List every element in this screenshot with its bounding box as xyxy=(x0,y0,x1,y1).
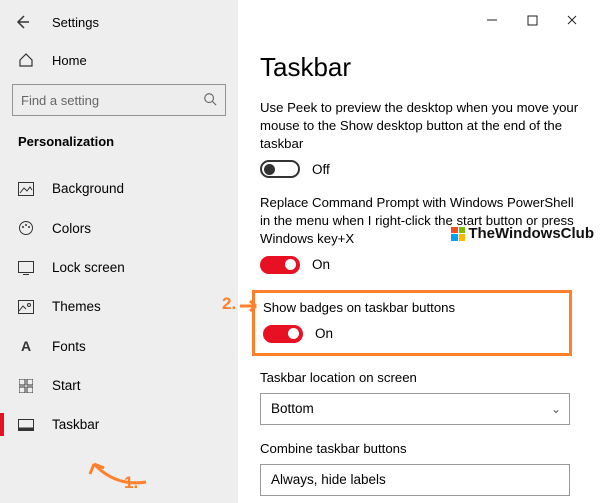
fonts-icon: A xyxy=(18,338,34,354)
search-box[interactable] xyxy=(12,84,226,116)
sidebar-item-label: Start xyxy=(52,378,81,393)
search-input[interactable] xyxy=(21,93,181,108)
minimize-button[interactable] xyxy=(472,6,512,34)
sidebar-item-colors[interactable]: Colors xyxy=(0,208,238,248)
annotation-1-arrow xyxy=(86,452,156,492)
content-pane: Taskbar Use Peek to preview the desktop … xyxy=(238,0,600,503)
sidebar-item-label: Taskbar xyxy=(52,417,99,432)
setting-location-label: Taskbar location on screen xyxy=(260,370,582,385)
setting-peek-desc: Use Peek to preview the desktop when you… xyxy=(260,99,580,152)
toggle-peek-state: Off xyxy=(312,162,330,177)
sidebar-item-label: Lock screen xyxy=(52,260,125,275)
windows-flag-icon xyxy=(451,227,465,241)
sidebar-item-label: Colors xyxy=(52,221,91,236)
dropdown-location-value: Bottom xyxy=(271,401,314,416)
page-title: Taskbar xyxy=(260,52,582,83)
home-icon xyxy=(18,52,34,68)
chevron-down-icon: ⌄ xyxy=(551,402,561,416)
sidebar-item-label: Fonts xyxy=(52,339,86,354)
toggle-badges[interactable] xyxy=(263,325,303,343)
sidebar-item-background[interactable]: Background xyxy=(0,169,238,208)
maximize-button[interactable] xyxy=(512,6,552,34)
themes-icon xyxy=(18,300,34,314)
sidebar-item-start[interactable]: Start xyxy=(0,366,238,405)
toggle-powershell[interactable] xyxy=(260,256,300,274)
search-icon xyxy=(203,92,217,109)
sidebar: Settings Home Personalization Background… xyxy=(0,0,238,503)
picture-icon xyxy=(18,182,34,196)
setting-combine: Combine taskbar buttons Always, hide lab… xyxy=(260,441,582,496)
sidebar-item-label: Themes xyxy=(52,299,101,314)
back-button[interactable] xyxy=(6,6,38,38)
sidebar-item-themes[interactable]: Themes xyxy=(0,287,238,326)
nav-home-label: Home xyxy=(52,53,87,68)
start-icon xyxy=(18,379,34,393)
palette-icon xyxy=(18,220,34,236)
setting-badges-desc: Show badges on taskbar buttons xyxy=(263,299,561,317)
sidebar-item-taskbar[interactable]: Taskbar xyxy=(0,405,238,444)
toggle-badges-state: On xyxy=(315,326,333,341)
sidebar-item-label: Background xyxy=(52,181,124,196)
taskbar-icon xyxy=(18,419,34,431)
toggle-peek[interactable] xyxy=(260,160,300,178)
dropdown-combine[interactable]: Always, hide labels xyxy=(260,464,570,496)
section-header: Personalization xyxy=(0,130,238,163)
watermark: TheWindowsClub xyxy=(451,225,594,242)
setting-peek: Use Peek to preview the desktop when you… xyxy=(260,99,582,178)
annotation-highlight-box: Show badges on taskbar buttons On xyxy=(252,290,572,356)
annotation-2-label: 2. xyxy=(222,294,236,314)
nav-home[interactable]: Home xyxy=(0,42,238,78)
toggle-powershell-state: On xyxy=(312,257,330,272)
annotation-2-arrow xyxy=(238,300,262,318)
setting-location: Taskbar location on screen Bottom ⌄ xyxy=(260,370,582,425)
dropdown-combine-value: Always, hide labels xyxy=(271,472,386,487)
watermark-text: TheWindowsClub xyxy=(468,225,594,242)
close-button[interactable] xyxy=(552,6,592,34)
dropdown-location[interactable]: Bottom ⌄ xyxy=(260,393,570,425)
sidebar-item-fonts[interactable]: A Fonts xyxy=(0,326,238,366)
app-title: Settings xyxy=(52,15,99,30)
sidebar-item-lockscreen[interactable]: Lock screen xyxy=(0,248,238,287)
lockscreen-icon xyxy=(18,261,34,275)
setting-combine-label: Combine taskbar buttons xyxy=(260,441,582,456)
